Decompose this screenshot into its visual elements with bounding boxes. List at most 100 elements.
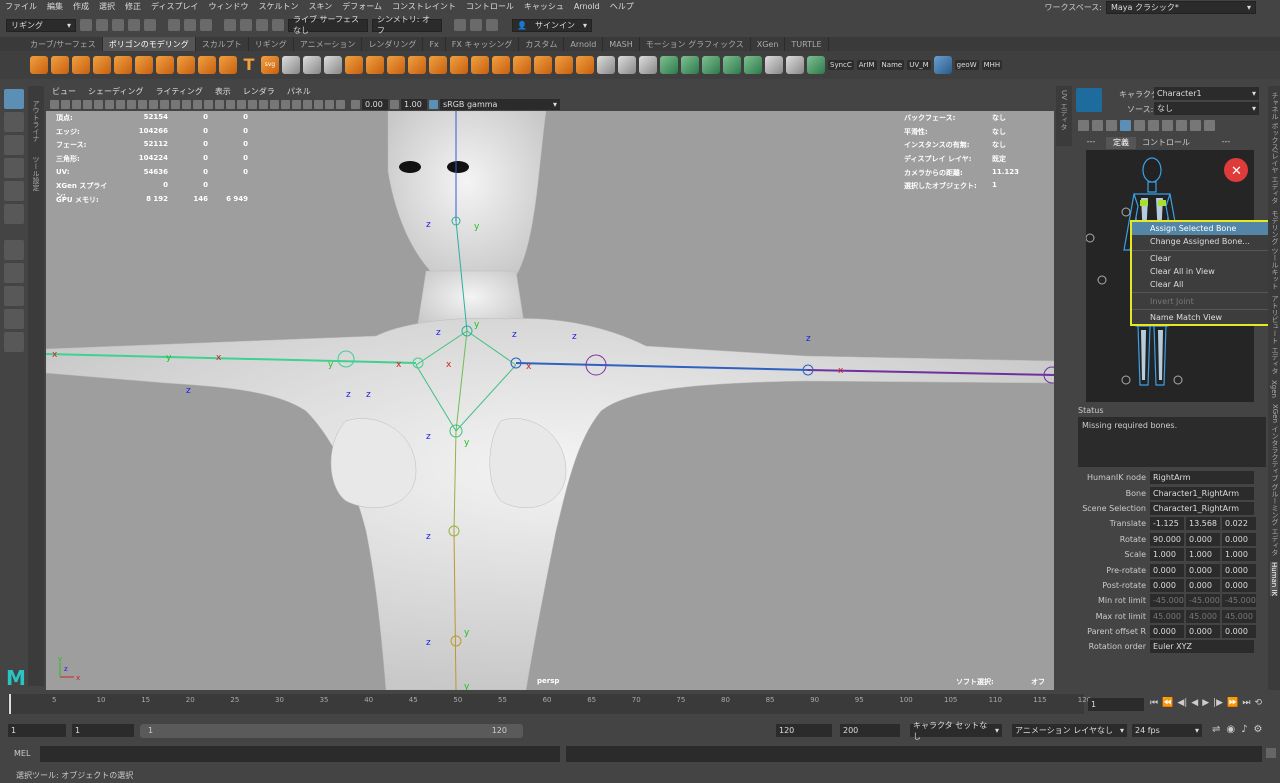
current-frame-field[interactable]: 1	[1088, 698, 1144, 711]
shelf-btn-mhh[interactable]: MHH	[981, 60, 1003, 70]
exposure-field[interactable]: 0.00	[362, 98, 388, 110]
type-icon[interactable]: T	[240, 56, 258, 74]
prop-value[interactable]: 0.000	[1150, 625, 1184, 639]
playback-end-field[interactable]: 120	[776, 724, 832, 737]
prop-value[interactable]: 0.000	[1186, 578, 1220, 592]
shelf-tab-9[interactable]: Arnold	[564, 37, 604, 51]
move-tool-icon[interactable]	[4, 158, 24, 178]
panel-menu-1[interactable]: シェーディング	[82, 86, 149, 97]
prop-value[interactable]: 0.000	[1222, 625, 1256, 639]
prop-value[interactable]: -45.000	[1150, 594, 1184, 608]
menu-item-1[interactable]: 編集	[42, 1, 68, 12]
signin-button[interactable]: 👤 サインイン ▾	[512, 18, 592, 32]
prop-value[interactable]: 45.000	[1186, 609, 1220, 623]
live-surface-field[interactable]: ライブ サーフェスなし	[288, 15, 368, 35]
lights-icon[interactable]	[237, 99, 246, 109]
anim-layer-dropdown[interactable]: アニメーション レイヤなし ▾	[1012, 724, 1127, 737]
rotate-tool-icon[interactable]	[4, 181, 24, 201]
dof-icon[interactable]	[292, 99, 301, 109]
select-object-icon[interactable]	[184, 19, 196, 31]
resolution-gate-icon[interactable]	[138, 99, 147, 109]
render-settings-icon[interactable]	[486, 19, 498, 31]
combine-icon[interactable]	[345, 56, 363, 74]
prop-value[interactable]: 0.000	[1222, 563, 1256, 577]
menu-item-clear-all-in-view[interactable]: Clear All in View	[1132, 265, 1278, 278]
snap-view-icon[interactable]	[272, 19, 284, 31]
go-to-start-icon[interactable]: ⏮	[1150, 698, 1158, 708]
select-tool-icon[interactable]	[282, 56, 300, 74]
safe-title-icon[interactable]	[182, 99, 191, 109]
prop-value[interactable]: 90.000	[1150, 532, 1184, 546]
tab-controls[interactable]: コントロール	[1136, 137, 1196, 149]
prop-value[interactable]: 1.000	[1150, 548, 1184, 562]
menu-item-change-assigned-bone[interactable]: Change Assigned Bone...	[1132, 235, 1278, 248]
field-chart-icon[interactable]	[160, 99, 169, 109]
prop-value[interactable]: 0.000	[1150, 563, 1184, 577]
save-icon[interactable]	[1148, 120, 1159, 131]
viewport-persp[interactable]: z y z y z z z z y z z y y x y z x y z z …	[46, 111, 1054, 690]
scale-tool-icon[interactable]	[4, 204, 24, 224]
menu-item-3[interactable]: 選択	[94, 1, 120, 12]
poly-sphere-icon[interactable]	[30, 56, 48, 74]
film-gate-icon[interactable]	[127, 99, 136, 109]
smooth-shade-icon[interactable]	[204, 99, 213, 109]
snap-grid-icon[interactable]	[224, 19, 236, 31]
poly-plane-icon[interactable]	[135, 56, 153, 74]
menu-item-assign-selected-bone[interactable]: Assign Selected Bone	[1132, 222, 1278, 236]
shelf-btn-syncc[interactable]: SyncC	[828, 60, 854, 70]
right-tab-2[interactable]: アトリビュート エディタ	[1270, 295, 1280, 374]
time-ruler[interactable]: 5 10 15 20 25 30 35 40 45 50 55 60 65 70 75 80 85 90 95 100…	[8, 694, 1091, 714]
prop-value[interactable]: 0.000	[1150, 578, 1184, 592]
menu-item-name-match-view[interactable]: Name Match View	[1132, 311, 1278, 324]
shelf-tab-1[interactable]: ポリゴンのモデリング	[102, 37, 196, 51]
right-tab-3[interactable]: Xgen	[1270, 380, 1278, 398]
open-scene-icon[interactable]	[96, 19, 108, 31]
quad-draw-icon[interactable]	[324, 56, 342, 74]
menu-item-clear-all[interactable]: Clear All	[1132, 278, 1278, 291]
cut-tool-icon[interactable]	[597, 56, 615, 74]
save-scene-icon[interactable]	[112, 19, 124, 31]
menu-item-8[interactable]: スキン	[303, 1, 337, 12]
poly-cylinder-icon[interactable]	[72, 56, 90, 74]
menu-item-11[interactable]: コントロール	[461, 1, 519, 12]
camera-attr-icon[interactable]	[61, 99, 70, 109]
home-icon[interactable]	[933, 56, 952, 74]
boolean-icon[interactable]	[534, 56, 552, 74]
shelf-tab-2[interactable]: スカルプト	[196, 37, 249, 51]
shelf-tab-5[interactable]: レンダリング	[362, 37, 424, 51]
right-tab-0[interactable]: チャネル ボックス/レイヤ エディタ	[1270, 92, 1280, 204]
right-tab-5[interactable]: Human IK	[1270, 561, 1278, 597]
right-tab-1[interactable]: モデリング ツールキット	[1270, 210, 1280, 289]
menu-item-12[interactable]: キャッシュ	[519, 1, 569, 12]
step-forward-key-icon[interactable]: ⏩	[1227, 698, 1238, 708]
svg-icon[interactable]: svg	[261, 56, 279, 74]
shelf-tab-7[interactable]: FX キャッシング	[446, 37, 520, 51]
lasso-tool-icon[interactable]	[4, 112, 24, 132]
shelf-tab-4[interactable]: アニメーション	[294, 37, 363, 51]
tab-tool-settings[interactable]: ツール設定	[31, 156, 41, 191]
panel-menu-4[interactable]: レンダラ	[237, 86, 281, 97]
outliner-layout-icon[interactable]	[4, 332, 24, 352]
target-weld-icon[interactable]	[639, 56, 657, 74]
colorspace-dropdown[interactable]: sRGB gamma ▾	[440, 98, 560, 110]
panel-menu-2[interactable]: ライティング	[149, 86, 208, 97]
xray-icon[interactable]	[314, 99, 323, 109]
sew-uv-icon[interactable]	[807, 56, 825, 74]
menu-item-9[interactable]: デフォーム	[337, 1, 387, 12]
panel-menu-3[interactable]: 表示	[209, 86, 237, 97]
mirror-icon[interactable]	[513, 56, 531, 74]
delete-icon[interactable]	[1162, 120, 1173, 131]
menu-item-13[interactable]: Arnold	[569, 2, 605, 11]
new-scene-icon[interactable]	[80, 19, 92, 31]
rig-icon[interactable]	[1134, 120, 1145, 131]
mirror-right-icon[interactable]	[1190, 120, 1201, 131]
prefs-icon[interactable]: ⚙	[1254, 724, 1263, 735]
motion-blur-icon[interactable]	[270, 99, 279, 109]
spherical-uv-icon[interactable]	[723, 56, 741, 74]
panel-menu-5[interactable]: パネル	[281, 86, 317, 97]
script-language[interactable]: MEL	[14, 749, 30, 758]
slide-tool-icon[interactable]	[618, 56, 636, 74]
step-back-icon[interactable]: ◀|	[1177, 698, 1187, 708]
reduce-icon[interactable]	[555, 56, 573, 74]
menu-item-5[interactable]: ディスプレイ	[146, 1, 203, 12]
